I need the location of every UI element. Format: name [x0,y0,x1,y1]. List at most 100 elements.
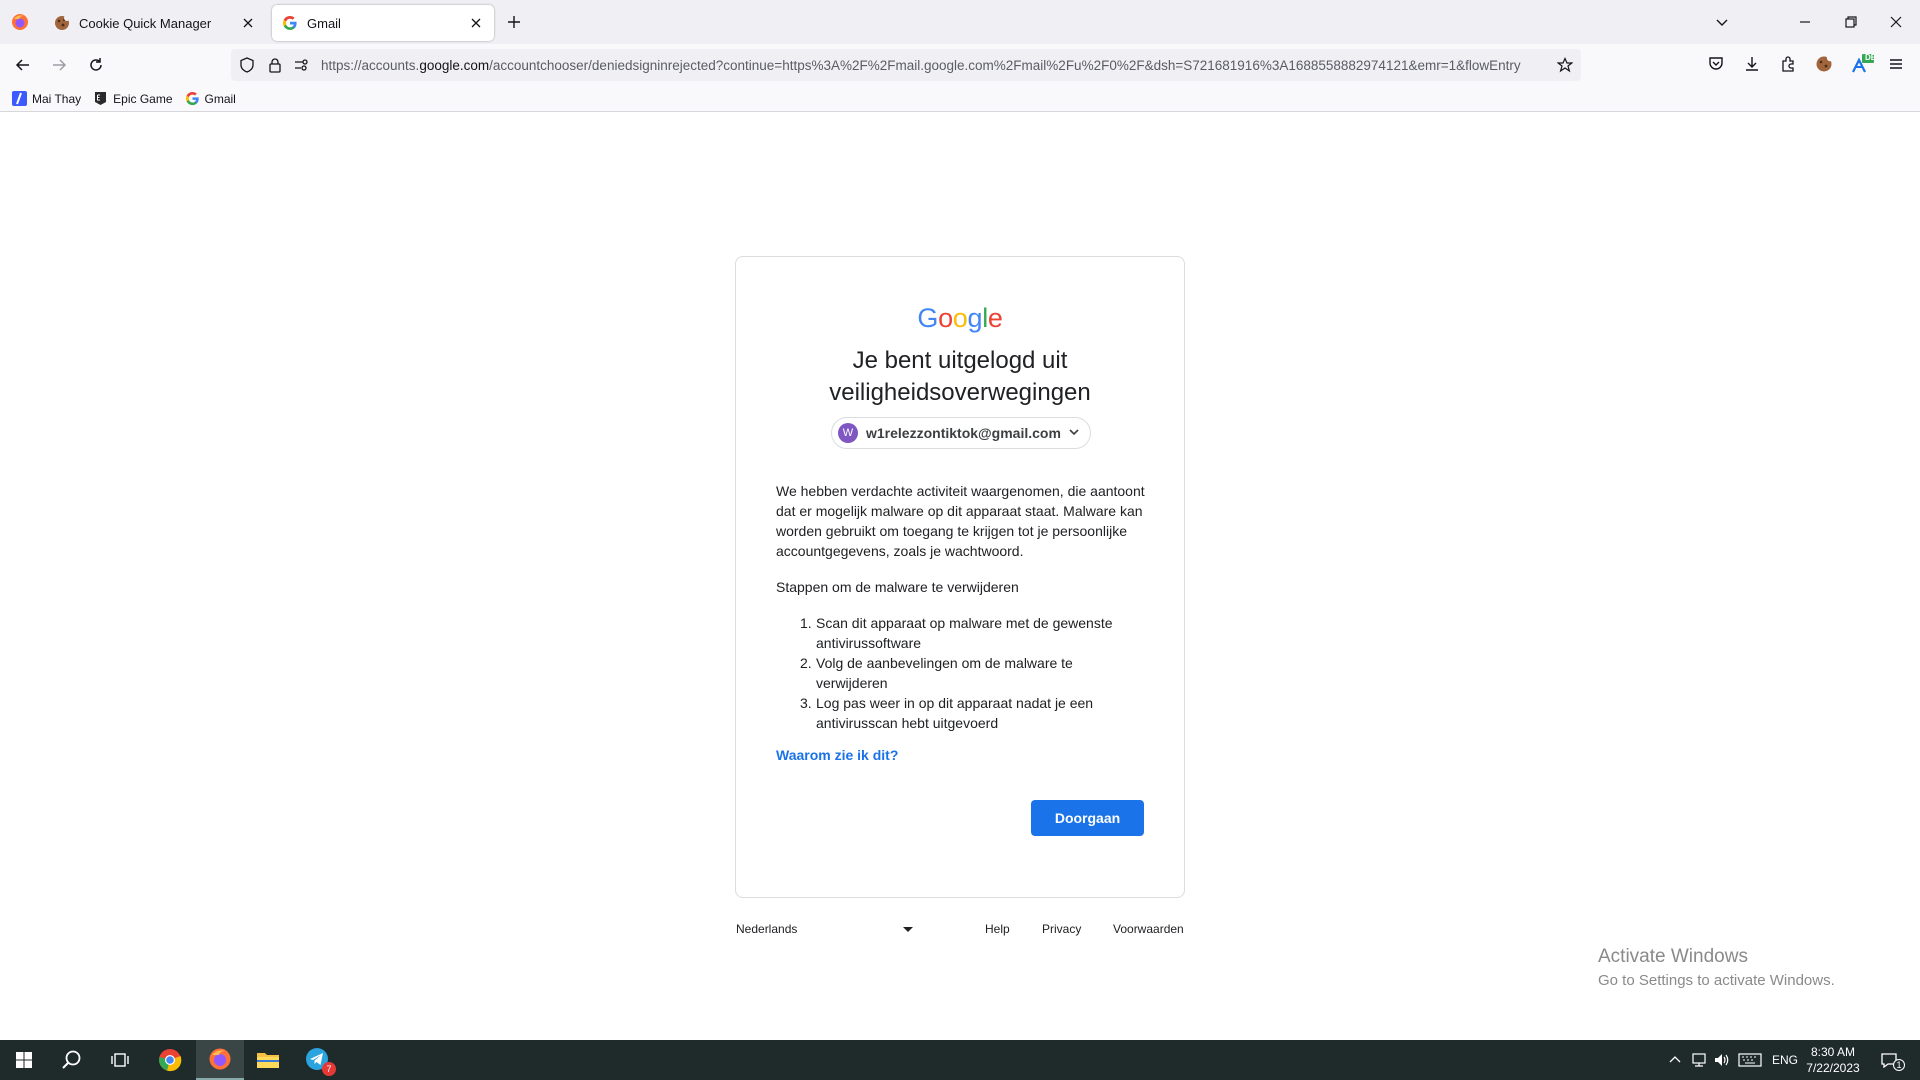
lock-icon[interactable] [267,57,283,73]
reload-icon[interactable] [85,54,107,76]
chevron-down-icon [1068,425,1080,441]
close-window-icon[interactable] [1886,12,1906,32]
tab-gmail[interactable]: Gmail [272,5,494,41]
telegram-icon[interactable]: 7 [294,1040,342,1080]
activate-windows-watermark: Activate Windows Go to Settings to activ… [1598,946,1835,989]
list-item: 3. Log pas weer in op dit apparaat nadat … [800,693,1124,733]
close-tab-icon[interactable] [240,15,256,31]
forward-arrow-icon[interactable] [48,54,70,76]
logo-letter: e [987,303,1003,333]
translate-extension-icon[interactable]: DE [1850,53,1877,74]
downloads-icon[interactable] [1742,54,1762,74]
account-chooser-chip[interactable]: W w1relezzontiktok@gmail.com [831,417,1091,449]
cookie-extension-icon[interactable] [1814,54,1834,74]
clock-time: 8:30 AM [1810,1045,1856,1059]
bookmark-label: Gmail [204,91,236,106]
chrome-icon[interactable] [146,1040,194,1080]
network-icon[interactable] [1690,1052,1708,1068]
cookie-icon [54,15,70,31]
close-tab-icon[interactable] [468,15,484,31]
step-number: 1. [800,615,812,631]
list-all-tabs-chevron-icon[interactable] [1712,12,1732,32]
windows-taskbar: 7 ENG 8:30 AM 7/22/2023 1 [0,1040,1920,1080]
bookmarks-toolbar: Mai Thay Epic Game Gmail [0,86,1920,112]
back-arrow-icon[interactable] [12,54,34,76]
bookmark-epic-game[interactable]: Epic Game [93,91,173,106]
continue-button[interactable]: Doorgaan [1031,800,1144,836]
list-item: 2. Volg de aanbevelingen om de malware te… [800,653,1124,693]
dropdown-arrow-icon [903,927,913,932]
google-g-icon [282,15,298,31]
signed-out-card: Google Je bent uitgelogd uit veiligheids… [735,256,1185,898]
heading-line-2: veiligheidsoverwegingen [829,379,1091,406]
url-prefix: https://accounts. [321,58,420,73]
url-host: google.com [419,58,490,73]
telegram-unread-badge: 7 [322,1062,336,1076]
steps-title: Stappen om de malware te verwijderen [776,579,1019,595]
input-language[interactable]: ENG [1772,1052,1798,1068]
google-logo: Google [736,303,1184,334]
system-clock[interactable]: 8:30 AM 7/22/2023 [1800,1044,1866,1076]
firefox-view-icon[interactable] [10,12,30,32]
tracking-protection-shield-icon[interactable] [239,57,255,73]
epic-games-icon [93,91,108,106]
step-text: Scan dit apparaat op malware met de gewe… [816,615,1113,651]
logo-letter: G [917,303,939,333]
tab-cookie-quick-manager[interactable]: Cookie Quick Manager [44,5,266,41]
minimize-icon[interactable] [1795,12,1815,32]
bookmark-star-icon[interactable] [1556,57,1574,73]
logo-letter: o [938,303,953,333]
restore-icon[interactable] [1841,12,1861,32]
page-footer: Nederlands Help Privacy Voorwaarden [735,920,1185,940]
watermark-subtitle: Go to Settings to activate Windows. [1598,972,1835,989]
notification-center-icon[interactable]: 1 [1880,1052,1905,1071]
logo-letter: o [952,303,968,333]
pocket-icon[interactable] [1706,54,1726,74]
bookmark-label: Mai Thay [32,91,82,106]
privacy-link[interactable]: Privacy [1042,922,1081,936]
terms-link[interactable]: Voorwaarden [1113,922,1184,936]
language-select[interactable]: Nederlands [735,920,915,940]
keyboard-icon[interactable] [1738,1052,1762,1068]
steps-list: 1. Scan dit apparaat op malware met de ge… [800,613,1124,733]
watermark-title: Activate Windows [1598,946,1748,967]
windows-start-icon[interactable] [0,1040,48,1080]
language-select-value: Nederlands [736,922,798,936]
page-title: Je bent uitgelogd uit veiligheidsoverweg… [756,345,1164,409]
tab-label: Gmail [307,15,341,31]
url-path: /accountchooser/deniedsigninrejected?con… [489,58,1521,73]
tab-label: Cookie Quick Manager [79,15,212,31]
navigation-toolbar: https://accounts.google.com/accountchoos… [0,44,1920,86]
google-g-icon [185,91,200,106]
help-link[interactable]: Help [985,922,1010,936]
step-number: 3. [800,695,812,711]
account-email: w1relezzontiktok@gmail.com [866,425,1061,441]
extension-badge: DE [1865,53,1877,62]
volume-icon[interactable] [1713,1052,1731,1068]
heading-line-1: Je bent uitgelogd uit [852,347,1068,374]
task-view-icon[interactable] [96,1040,144,1080]
permissions-icon[interactable] [293,57,309,73]
tab-bar: Cookie Quick Manager Gmail [0,0,1920,44]
url-text[interactable]: https://accounts.google.com/accountchoos… [321,58,1545,73]
search-icon[interactable] [48,1040,96,1080]
firefox-icon[interactable] [196,1040,244,1080]
bookmark-label: Epic Game [113,91,173,106]
list-item: 1. Scan dit apparaat op malware met de ge… [800,613,1124,653]
bookmark-mai-thay[interactable]: Mai Thay [12,91,81,106]
hamburger-menu-icon[interactable] [1886,54,1906,74]
clock-date: 7/22/2023 [1806,1061,1860,1075]
step-number: 2. [800,655,812,671]
step-text: Log pas weer in op dit apparaat nadat je… [816,695,1094,731]
notification-count: 1 [1893,1059,1905,1071]
step-text: Volg de aanbevelingen om de malware te v… [816,655,1073,691]
logo-letter: g [967,303,983,333]
extensions-puzzle-icon[interactable] [1778,54,1798,74]
show-hidden-icons-chevron-icon[interactable] [1668,1052,1682,1068]
file-explorer-icon[interactable] [244,1040,292,1080]
why-am-i-seeing-this-link[interactable]: Waarom zie ik dit? [776,747,898,763]
new-tab-plus-icon[interactable] [504,12,524,32]
mai-thay-icon [12,91,27,106]
url-bar[interactable]: https://accounts.google.com/accountchoos… [231,49,1581,81]
bookmark-gmail[interactable]: Gmail [185,91,236,106]
